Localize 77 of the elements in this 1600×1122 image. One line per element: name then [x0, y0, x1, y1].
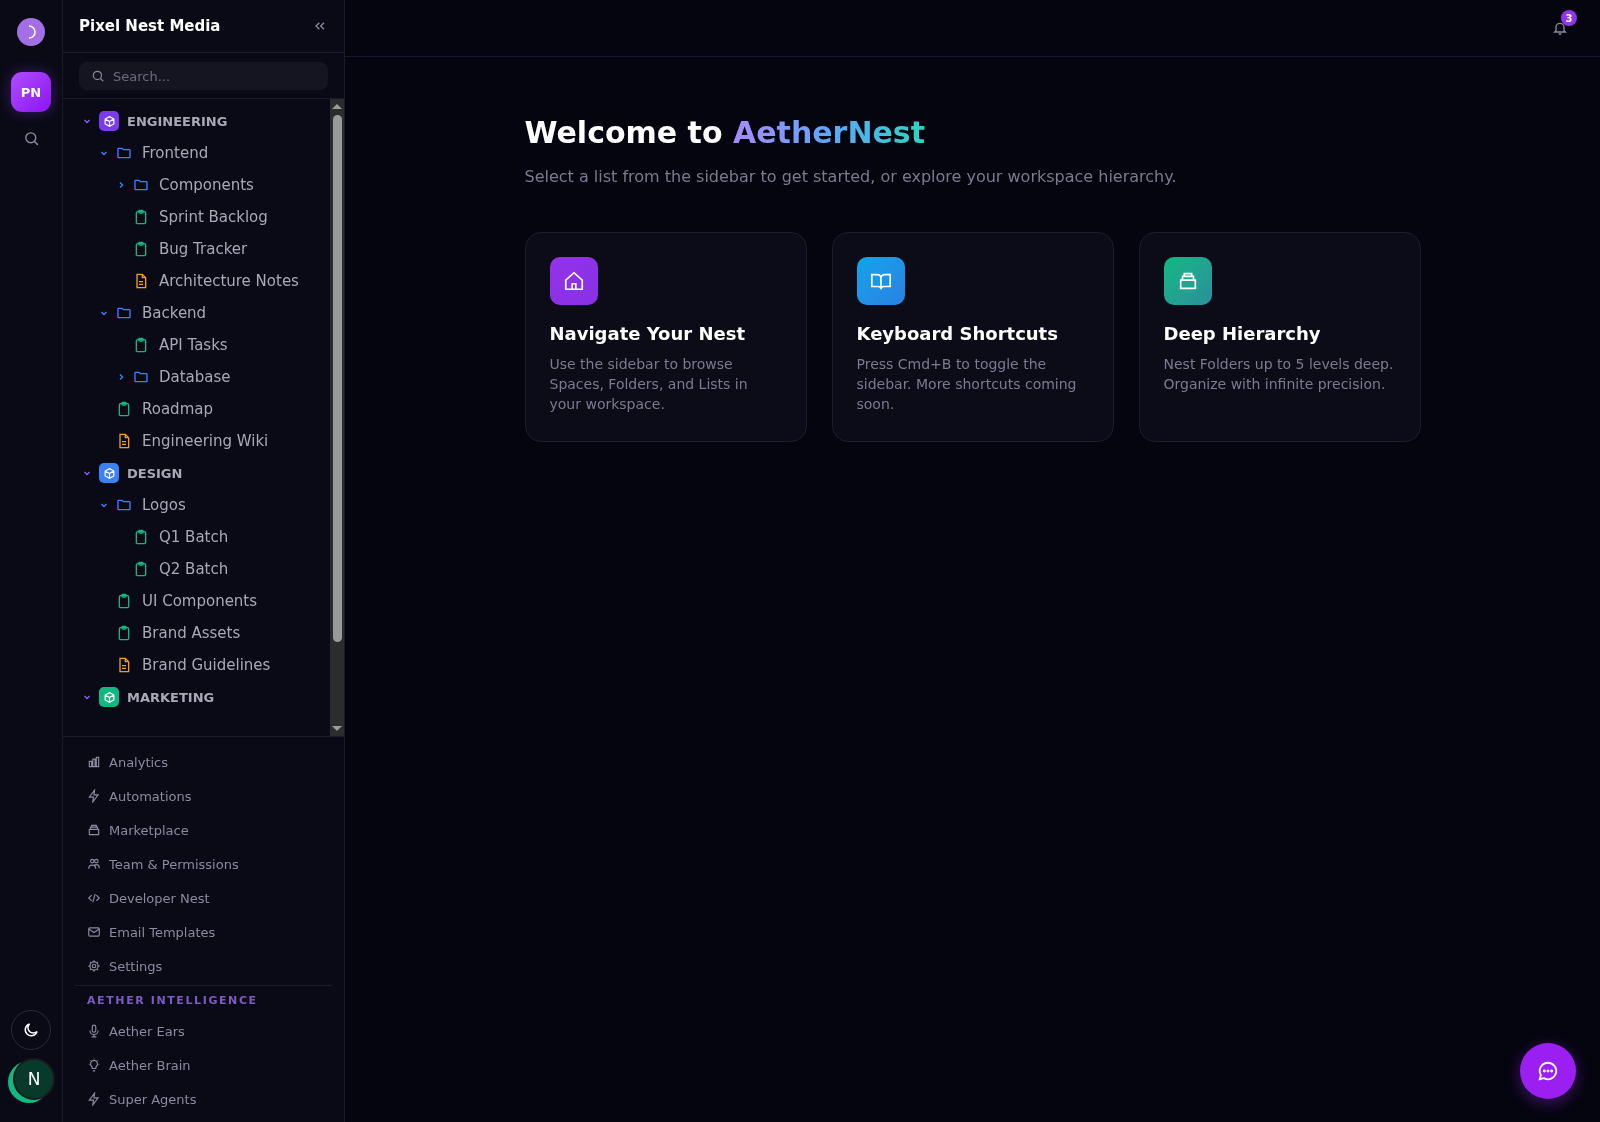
search-field[interactable]: Search... — [79, 62, 328, 90]
nav-item[interactable]: Super Agents — [75, 1082, 332, 1116]
card-title: Deep Hierarchy — [1163, 323, 1322, 344]
bell-icon[interactable] — [1552, 20, 1568, 36]
nav-item[interactable]: Marketplace — [75, 813, 332, 847]
section-heading: AETHER INTELLIGENCE — [86, 994, 259, 1009]
tree-item[interactable]: Engineering Wiki — [63, 425, 330, 457]
bar-chart-icon — [87, 755, 101, 769]
workspace-button[interactable]: PN — [11, 72, 51, 112]
folder-icon — [133, 369, 149, 385]
tree-item[interactable]: UI Components — [63, 585, 330, 617]
nav-item[interactable]: Settings — [75, 949, 332, 983]
clipboard-icon — [133, 529, 149, 545]
nav-item[interactable]: Developer Nest — [75, 881, 332, 915]
nav-item[interactable]: Email Templates — [75, 915, 332, 949]
card-text: Nest Folders up to 5 levels deep. Organize with infinite precision. — [1163, 355, 1395, 394]
document-icon — [133, 273, 149, 289]
card-text: Press Cmd+B to toggle the sidebar. More shortcuts coming soon. — [856, 355, 1078, 414]
folder-icon — [116, 497, 132, 513]
search-icon[interactable] — [22, 130, 40, 147]
scrollbar[interactable] — [330, 99, 344, 736]
lightning-icon — [87, 789, 101, 803]
clipboard-icon — [133, 241, 149, 257]
code-icon — [87, 891, 101, 905]
search-icon — [91, 69, 105, 83]
clipboard-icon — [116, 593, 132, 609]
people-icon — [87, 857, 101, 871]
clipboard-icon — [133, 561, 149, 577]
document-icon — [116, 433, 132, 449]
card-title: Navigate Your Nest — [549, 323, 747, 344]
nav-item[interactable]: Automations — [75, 779, 332, 813]
tree-item[interactable]: ENGINEERING — [63, 105, 330, 137]
clipboard-icon — [116, 625, 132, 641]
folder-icon — [116, 305, 132, 321]
folder-icon — [116, 145, 132, 161]
settings-icon — [87, 959, 101, 973]
tree-item[interactable]: MARKETING — [63, 681, 330, 713]
tree-item[interactable]: Brand Guidelines — [63, 649, 330, 681]
logo-icon — [17, 18, 45, 46]
nav-item[interactable]: Aether Brain — [75, 1048, 332, 1082]
theme-toggle-button[interactable] — [11, 1010, 51, 1050]
tree-item[interactable]: Q2 Batch — [63, 553, 330, 585]
card-title: Keyboard Shortcuts — [856, 323, 1059, 344]
tree-item[interactable]: Backend — [63, 297, 330, 329]
clipboard-icon — [133, 209, 149, 225]
microphone-icon — [87, 1024, 101, 1038]
card-text: Use the sidebar to browse Spaces, Folders, and Lists in your workspace. — [549, 355, 749, 414]
envelope-icon — [87, 925, 101, 939]
tree-item[interactable]: Q1 Batch — [63, 521, 330, 553]
tree-item[interactable]: Components — [63, 169, 330, 201]
tree-item[interactable]: Brand Assets — [63, 617, 330, 649]
tree-item[interactable]: Sprint Backlog — [63, 201, 330, 233]
chat-icon — [1537, 1060, 1559, 1082]
tree-item[interactable]: Architecture Notes — [63, 265, 330, 297]
storefront-icon — [87, 823, 101, 837]
clipboard-icon — [116, 401, 132, 417]
lightning-icon — [87, 1092, 101, 1106]
welcome-title: Welcome to AetherNest — [524, 114, 927, 152]
clipboard-icon — [133, 337, 149, 353]
nav-item[interactable]: Team & Permissions — [75, 847, 332, 881]
tree-item[interactable]: Frontend — [63, 137, 330, 169]
notification-count: 3 — [1561, 10, 1577, 26]
moon-icon — [22, 1021, 40, 1039]
tree-item[interactable]: Roadmap — [63, 393, 330, 425]
tree-item[interactable]: Bug Tracker — [63, 233, 330, 265]
tree-item[interactable]: Database — [63, 361, 330, 393]
tree-item[interactable]: Logos — [63, 489, 330, 521]
folder-icon — [133, 177, 149, 193]
lightbulb-icon — [87, 1058, 101, 1072]
workspace-title: Pixel Nest Media — [79, 17, 221, 35]
nav-item[interactable]: Analytics — [75, 745, 332, 779]
tree-item[interactable]: DESIGN — [63, 457, 330, 489]
welcome-subtitle: Select a list from the sidebar to get started, or explore your workspace hierarchy. — [524, 167, 1178, 186]
nav-item[interactable]: Aether Ears — [75, 1014, 332, 1048]
chat-button[interactable] — [1520, 1043, 1576, 1099]
tree-item[interactable]: API Tasks — [63, 329, 330, 361]
document-icon — [116, 657, 132, 673]
